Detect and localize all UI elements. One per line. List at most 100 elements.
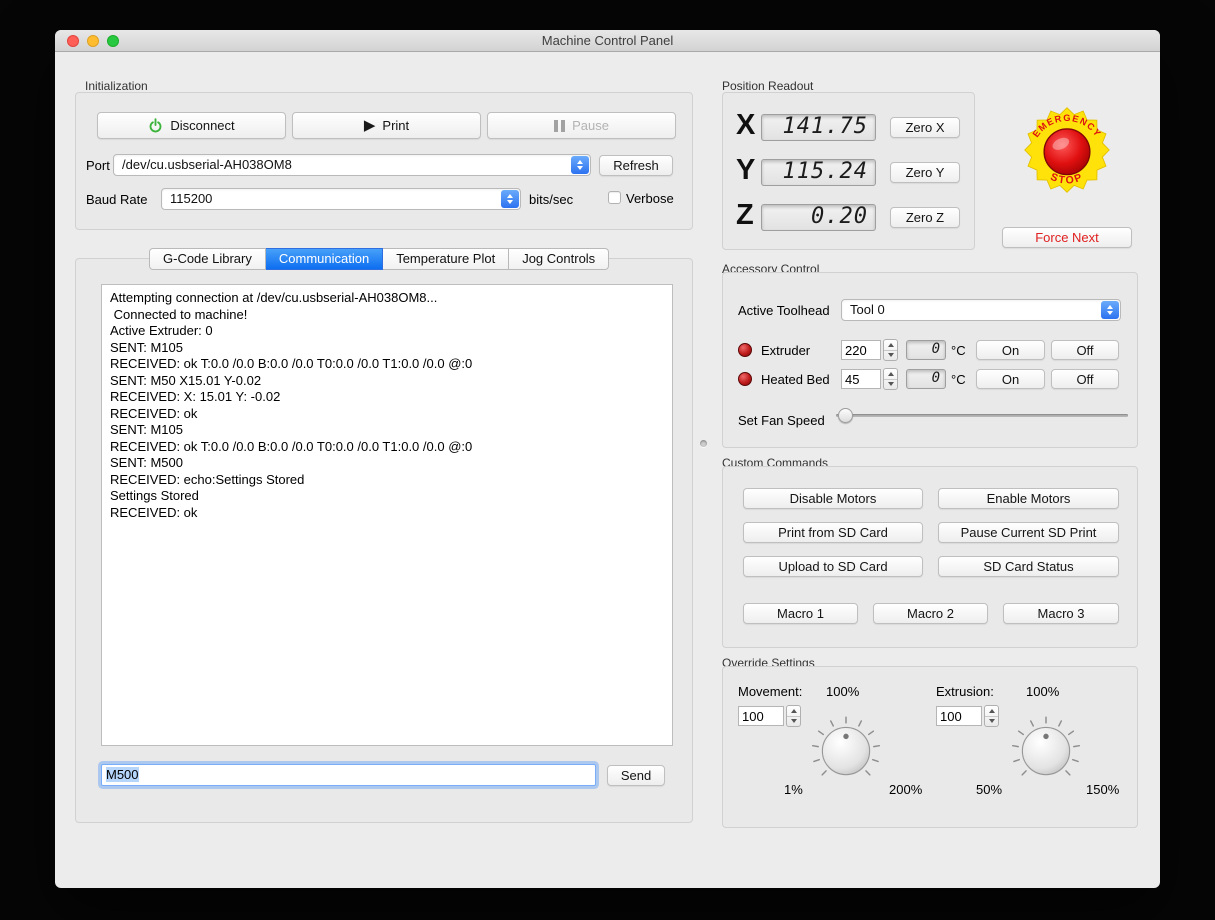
heated-bed-on-button[interactable]: On — [976, 369, 1045, 389]
fan-speed-label: Set Fan Speed — [738, 413, 825, 428]
pause-sd-print-button[interactable]: Pause Current SD Print — [938, 522, 1119, 543]
tab-jog-controls[interactable]: Jog Controls — [509, 248, 610, 270]
movement-value-stepper[interactable] — [786, 705, 801, 727]
power-icon — [149, 118, 162, 133]
verbose-checkbox[interactable] — [608, 191, 621, 204]
baud-rate-value: 115200 — [170, 191, 213, 206]
movement-max-label: 200% — [889, 782, 923, 797]
extruder-off-button[interactable]: Off — [1051, 340, 1119, 360]
extrusion-current-percent: 100% — [1026, 684, 1060, 699]
toolhead-dropdown[interactable]: Tool 0 — [841, 299, 1121, 321]
extrusion-value-input[interactable] — [936, 706, 982, 726]
refresh-button[interactable]: Refresh — [599, 155, 673, 176]
pause-label: Pause — [572, 118, 609, 133]
baud-rate-dropdown[interactable]: 115200 — [161, 188, 521, 210]
extruder-led-indicator — [738, 343, 752, 357]
disable-motors-button[interactable]: Disable Motors — [743, 488, 923, 509]
extruder-unit-label: °C — [951, 343, 966, 358]
port-dropdown[interactable]: /dev/cu.usbserial-AH038OM8 — [113, 154, 591, 176]
zero-z-button[interactable]: Zero Z — [890, 207, 960, 228]
extruder-setpoint-stepper[interactable] — [883, 339, 898, 361]
zero-z-label: Zero Z — [905, 210, 945, 225]
extrusion-value-stepper[interactable] — [984, 705, 999, 727]
baud-units-label: bits/sec — [529, 192, 574, 207]
dropdown-arrows-icon — [1101, 301, 1119, 319]
axis-y-label: Y — [736, 154, 756, 186]
macro-2-label: Macro 2 — [907, 606, 954, 621]
force-next-label: Force Next — [1035, 230, 1099, 245]
extrusion-max-label: 150% — [1086, 782, 1120, 797]
heated-bed-on-label: On — [1001, 371, 1020, 387]
axis-x-lcd-display: 141.75 — [761, 114, 876, 141]
macro-2-button[interactable]: Macro 2 — [873, 603, 988, 624]
axis-z-label: Z — [736, 199, 754, 231]
sd-card-status-button[interactable]: SD Card Status — [938, 556, 1119, 577]
position-readout-group: X 141.75 Zero X Y 115.24 Zero Y Z 0.20 Z… — [722, 92, 975, 250]
macro-1-label: Macro 1 — [777, 606, 824, 621]
splitter-handle[interactable] — [700, 440, 707, 447]
macro-3-button[interactable]: Macro 3 — [1003, 603, 1119, 624]
position-readout-group-label: Position Readout — [722, 79, 814, 93]
extrusion-label: Extrusion: — [936, 684, 994, 699]
heated-bed-off-label: Off — [1076, 371, 1094, 387]
window-title: Machine Control Panel — [541, 33, 674, 48]
tab-temperature-plot[interactable]: Temperature Plot — [383, 248, 510, 270]
slider-track — [836, 414, 1128, 417]
pause-sd-print-label: Pause Current SD Print — [960, 525, 1097, 540]
console-panel: G-Code Library Communication Temperature… — [75, 248, 693, 823]
send-button[interactable]: Send — [607, 765, 665, 786]
emergency-stop-button[interactable]: EMERGENCY STOP — [1023, 106, 1111, 194]
movement-min-label: 1% — [784, 782, 803, 797]
toolhead-value: Tool 0 — [850, 302, 885, 317]
heated-bed-label: Heated Bed — [761, 372, 830, 387]
command-input[interactable]: M500 — [101, 764, 596, 786]
custom-commands-group: Disable Motors Enable Motors Print from … — [722, 466, 1138, 648]
verbose-label: Verbose — [626, 191, 674, 206]
force-next-button[interactable]: Force Next — [1002, 227, 1132, 248]
print-label: Print — [382, 118, 410, 133]
zero-y-button[interactable]: Zero Y — [890, 162, 960, 183]
heated-bed-current-temp-display: 0 — [906, 369, 946, 389]
upload-to-sd-button[interactable]: Upload to SD Card — [743, 556, 923, 577]
disconnect-button[interactable]: Disconnect — [97, 112, 286, 139]
axis-z-lcd-display: 0.20 — [761, 204, 876, 231]
accessory-control-group: Active Toolhead Tool 0 Extruder 0 °C On … — [722, 272, 1138, 448]
extruder-off-label: Off — [1076, 342, 1094, 358]
extruder-setpoint-input[interactable] — [841, 340, 881, 360]
window-titlebar[interactable]: Machine Control Panel — [55, 30, 1160, 52]
print-button[interactable]: ▶ Print — [292, 112, 481, 139]
emergency-red-button — [1043, 128, 1091, 176]
active-toolhead-label: Active Toolhead — [738, 303, 830, 318]
enable-motors-button[interactable]: Enable Motors — [938, 488, 1119, 509]
upload-to-sd-label: Upload to SD Card — [778, 559, 888, 574]
zero-x-button[interactable]: Zero X — [890, 117, 960, 138]
baud-rate-label: Baud Rate — [86, 192, 148, 207]
heated-bed-off-button[interactable]: Off — [1051, 369, 1119, 389]
slider-thumb[interactable] — [838, 408, 853, 423]
override-settings-group: Movement: 100% 1% 200% Extrusion: 100% — [722, 666, 1138, 828]
heated-bed-setpoint-stepper[interactable] — [883, 368, 898, 390]
sd-card-status-label: SD Card Status — [983, 559, 1074, 574]
zero-y-label: Zero Y — [905, 165, 945, 180]
dropdown-arrows-icon — [571, 156, 589, 174]
refresh-label: Refresh — [613, 158, 659, 173]
macro-1-button[interactable]: Macro 1 — [743, 603, 858, 624]
macro-3-label: Macro 3 — [1037, 606, 1085, 621]
tab-communication[interactable]: Communication — [265, 248, 384, 270]
port-value: /dev/cu.usbserial-AH038OM8 — [122, 157, 292, 172]
print-from-sd-button[interactable]: Print from SD Card — [743, 522, 923, 543]
tab-gcode-library[interactable]: G-Code Library — [149, 248, 266, 270]
extrusion-min-label: 50% — [976, 782, 1003, 797]
desktop-background: Machine Control Panel Initialization Dis… — [0, 0, 1215, 920]
extrusion-knob[interactable] — [1010, 715, 1082, 787]
enable-motors-label: Enable Motors — [986, 491, 1071, 506]
pause-button[interactable]: Pause — [487, 112, 676, 139]
movement-value-input[interactable] — [738, 706, 784, 726]
app-window: Machine Control Panel Initialization Dis… — [55, 30, 1160, 888]
initialization-group-label: Initialization — [85, 79, 148, 93]
heated-bed-setpoint-input[interactable] — [841, 369, 881, 389]
movement-knob[interactable] — [810, 715, 882, 787]
extruder-on-button[interactable]: On — [976, 340, 1045, 360]
communication-log[interactable]: Attempting connection at /dev/cu.usbseri… — [101, 284, 673, 746]
fan-speed-slider[interactable] — [836, 408, 1128, 423]
